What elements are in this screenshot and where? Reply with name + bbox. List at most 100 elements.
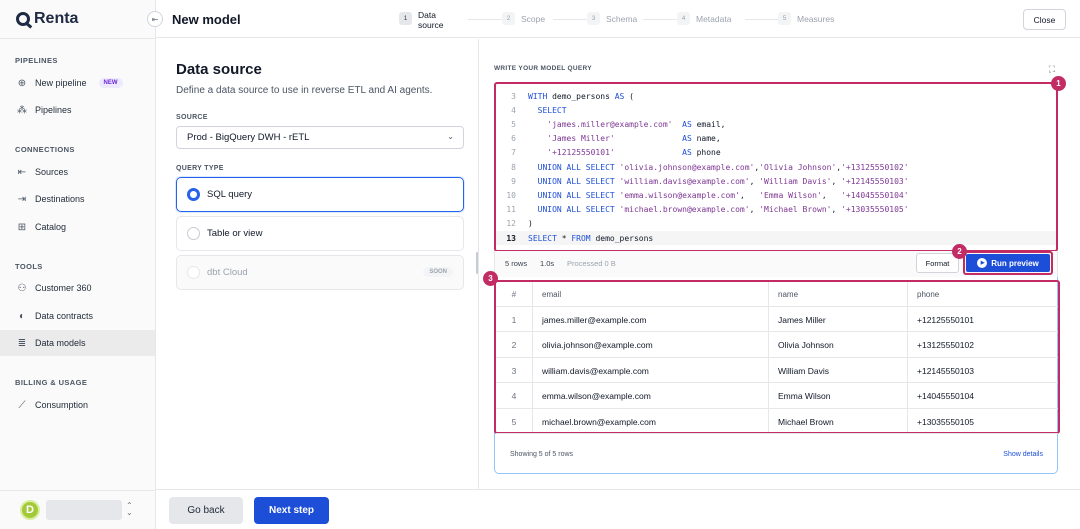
sidebar-item-destinations[interactable]: ⇥ Destinations <box>0 186 155 212</box>
query-type-sql-option[interactable]: SQL query <box>176 177 464 212</box>
code-line[interactable]: 7 '+12125550101' AS phone <box>496 146 1056 160</box>
show-details-link[interactable]: Show details <box>1003 451 1043 458</box>
sidebar-item-consumption[interactable]: ⟋ Consumption <box>0 392 155 418</box>
sidebar: Renta PIPELINES ⊕ New pipeline NEW ⁂ Pip… <box>0 0 156 529</box>
run-preview-label: Run preview <box>991 258 1039 268</box>
step-scope[interactable]: 2 Scope <box>502 10 545 25</box>
page-title: New model <box>172 12 241 27</box>
step-schema[interactable]: 3 Schema <box>587 10 637 25</box>
step-metadata[interactable]: 4 Metadata <box>677 10 731 25</box>
table-row: 3 william.davis@example.com William Davis +… <box>496 358 1058 383</box>
code-token: UNION ALL SELECT <box>528 205 620 215</box>
code-token: FROM <box>571 233 596 243</box>
step-number: 5 <box>778 12 791 25</box>
code-line[interactable]: 6 'James Miller' AS name, <box>496 132 1056 146</box>
code-token: phone <box>696 148 721 158</box>
table-cell: 1 <box>511 314 517 325</box>
table-row: 4 emma.wilson@example.com Emma Wilson +1404… <box>496 384 1058 409</box>
column-header: # <box>511 290 517 299</box>
option-label: SQL query <box>207 189 253 200</box>
code-token: , <box>749 176 760 186</box>
table-cell: 3 <box>511 365 517 376</box>
code-text: 'james.miller@example.com' AS email, <box>528 119 725 129</box>
source-select[interactable]: Prod - BigQuery DWH - rETL ⌄ <box>176 126 464 149</box>
query-toolbar: 5 rows 1.0s Processed 0 B Format ▶ Run p… <box>494 251 1058 277</box>
code-line[interactable]: 8 UNION ALL SELECT 'olivia.johnson@examp… <box>496 160 1056 174</box>
step-measures[interactable]: 5 Measures <box>778 10 834 25</box>
chevron-left-icon: ⇤ <box>151 14 159 24</box>
code-token: 'james.miller@example.com' <box>528 119 673 129</box>
table-cell: william.davis@example.com <box>542 365 649 376</box>
code-token: UNION ALL SELECT <box>528 162 620 172</box>
panel-resize-handle[interactable] <box>476 252 478 274</box>
step-number: 2 <box>502 12 515 25</box>
close-button[interactable]: Close <box>1023 9 1066 30</box>
step-label: Scope <box>521 14 546 24</box>
table-row: 2 olivia.johnson@example.com Olivia Johnso… <box>496 333 1058 358</box>
column-header: name <box>778 290 799 299</box>
table-cell: 4 <box>511 391 517 401</box>
logo[interactable]: Renta <box>16 10 78 28</box>
code-token: ( <box>624 91 634 101</box>
data-source-form: Data source Define a data source to use … <box>156 39 479 489</box>
table-cell: +12145550103 <box>917 365 974 376</box>
step-data-source[interactable]: 1 Data source <box>399 10 444 30</box>
query-type-table-option[interactable]: Table or view <box>176 216 464 251</box>
code-line[interactable]: 12) <box>496 217 1056 231</box>
sql-editor[interactable]: 3 WITH demo_persons AS (4 SELECT 5 'james.… <box>494 82 1058 252</box>
code-text: UNION ALL SELECT 'michael.brown@example.… <box>528 205 909 214</box>
collapse-sidebar-button[interactable]: ⇤ <box>147 11 163 27</box>
code-line[interactable]: 4 SELECT <box>496 103 1056 117</box>
next-step-button[interactable]: Next step <box>254 497 329 524</box>
step-connector <box>468 19 502 20</box>
code-line[interactable]: 5 'james.miller@example.com' AS email, <box>496 117 1056 131</box>
chevron-down-icon: ⌄ <box>447 132 454 141</box>
row-count: 5 rows <box>505 259 528 268</box>
code-line[interactable]: 11 UNION ALL SELECT 'michael.brown@examp… <box>496 203 1056 217</box>
query-type-dbt-option: dbt Cloud SOON <box>176 255 464 290</box>
go-back-button[interactable]: Go back <box>169 497 243 524</box>
sidebar-item-data-models[interactable]: ≣ Data models <box>0 330 155 356</box>
code-token: 'William Davis' <box>759 176 832 186</box>
database-icon: ≣ <box>17 337 27 349</box>
code-line[interactable]: 13 SELECT * FROM demo_persons <box>496 231 1056 245</box>
code-line[interactable]: 3 WITH demo_persons AS ( <box>496 89 1056 103</box>
table-cell: emma.wilson@example.com <box>542 391 651 401</box>
section-pipelines: PIPELINES <box>15 56 58 65</box>
step-label-line2: source <box>418 20 444 30</box>
sidebar-item-new-pipeline[interactable]: ⊕ New pipeline NEW <box>0 70 155 96</box>
code-token: name, <box>696 134 721 144</box>
annotation-marker-1: 1 <box>1051 76 1066 91</box>
code-text: ) <box>528 219 533 228</box>
renta-logo-icon <box>16 12 30 26</box>
sidebar-item-label: Sources <box>35 167 69 177</box>
shield-icon: ◐ <box>18 310 26 322</box>
chevron-up-down-icon: ⌃ ⌄ <box>126 501 133 517</box>
sidebar-item-pipelines[interactable]: ⁂ Pipelines <box>0 97 155 123</box>
code-line[interactable]: 9 UNION ALL SELECT 'william.davis@exampl… <box>496 174 1056 188</box>
sidebar-item-customer-360[interactable]: ⚇ Customer 360 <box>0 275 155 301</box>
step-label: Data <box>418 10 436 20</box>
code-token: '+14045550104' <box>841 190 909 200</box>
sidebar-item-catalog[interactable]: ⊞ Catalog <box>0 214 155 240</box>
step-label: Schema <box>606 14 638 24</box>
table-cell: olivia.johnson@example.com <box>542 340 653 350</box>
table-cell: Emma Wilson <box>778 391 831 401</box>
sidebar-item-data-contracts[interactable]: ◐ Data contracts <box>0 303 155 329</box>
code-line[interactable]: 10 UNION ALL SELECT 'emma.wilson@example… <box>496 188 1056 202</box>
results-panel: # email name phone 1 james.miller@example.com… <box>494 277 1060 474</box>
code-token: 'michael.brown@example.com' <box>619 205 750 215</box>
table-cell: +13125550102 <box>917 340 974 350</box>
sidebar-item-label: Pipelines <box>35 105 72 115</box>
table-header-row: # email name phone <box>496 282 1058 307</box>
user-menu[interactable]: D ⌃ ⌄ <box>0 490 156 529</box>
expand-icon[interactable]: ⛶ <box>1049 64 1055 75</box>
step-label: Metadata <box>696 14 732 24</box>
source-arrow-icon: ⇤ <box>17 166 27 178</box>
column-header: email <box>542 290 562 299</box>
run-preview-button[interactable]: ▶ Run preview <box>966 254 1050 272</box>
step-connector <box>553 19 587 20</box>
section-connections: CONNECTIONS <box>15 145 75 154</box>
sidebar-item-sources[interactable]: ⇤ Sources <box>0 159 155 185</box>
line-number: 12 <box>506 219 516 229</box>
